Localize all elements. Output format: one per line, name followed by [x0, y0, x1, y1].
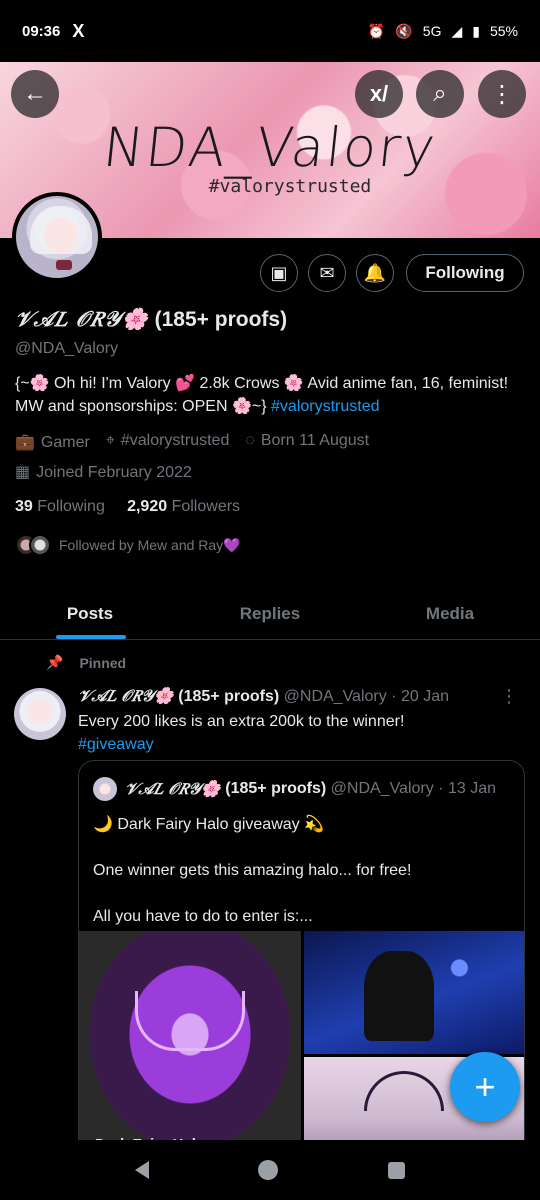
pinned-label: 📌 Pinned	[46, 654, 126, 671]
status-time: 09:36	[22, 22, 61, 40]
compose-post-button[interactable]: +	[450, 1052, 520, 1122]
quote-line-1: 🌙 Dark Fairy Halo giveaway 💫	[93, 816, 325, 833]
bio-text: {~🌸 Oh hi! I'm Valory 💕 2.8k Crows 🌸 Avi…	[15, 375, 509, 415]
status-icons: ⏰ 🔇 5G ◢ ▮ 55%	[368, 23, 518, 40]
search-icon: ⌕	[433, 80, 447, 107]
nav-home-icon[interactable]	[258, 1160, 279, 1180]
category-label: Gamer	[40, 434, 90, 451]
display-name: 𝒱𝒜𝐿 𝒪𝑅𝒴🌸 (185+ proofs)	[15, 306, 525, 332]
following-link[interactable]: 39 Following	[15, 498, 105, 515]
pinned-post[interactable]: 𝒱𝒜𝐿 𝒪𝑅𝒴🌸 (185+ proofs) @NDA_Valory · 20 …	[78, 686, 524, 756]
profile-bio: {~🌸 Oh hi! I'm Valory 💕 2.8k Crows 🌸 Avi…	[15, 372, 525, 418]
pinned-text: Pinned	[79, 654, 127, 671]
tab-posts[interactable]: Posts	[0, 586, 180, 639]
briefcase-icon: 💼	[15, 434, 35, 451]
notifications-button[interactable]: 🔔	[356, 254, 394, 292]
back-button[interactable]: ←	[11, 70, 59, 118]
post-header: 𝒱𝒜𝐿 𝒪𝑅𝒴🌸 (185+ proofs) @NDA_Valory · 20 …	[78, 686, 524, 706]
location-pin-icon: ⌖	[105, 432, 115, 449]
post-handle-date: @NDA_Valory · 20 Jan	[283, 688, 449, 705]
post-more-icon[interactable]: ⋮	[500, 686, 518, 707]
joined-label: Joined February 2022	[36, 464, 192, 481]
more-options-button[interactable]: ⋮	[478, 70, 526, 118]
search-button[interactable]: ⌕	[416, 70, 464, 118]
plus-icon: +	[474, 1066, 496, 1107]
bio-hashtag-link[interactable]: #valorystrusted	[271, 398, 380, 415]
post-author-script: 𝒱𝒜𝐿 𝒪𝑅𝒴🌸	[78, 686, 174, 705]
balloon-icon: ◌	[245, 432, 255, 449]
profile-stats: 39 Following 2,920 Followers	[15, 498, 525, 516]
media-image-halo-closeup[interactable]: Dark Fairy Hal	[79, 931, 301, 1159]
display-name-suffix: (185+ proofs)	[154, 308, 288, 331]
followers-count: 2,920	[127, 498, 168, 515]
joined-item: ▦ Joined February 2022	[15, 462, 192, 482]
quote-header: 𝒱𝒜𝐿 𝒪𝑅𝒴🌸 (185+ proofs) @NDA_Valory · 13 …	[79, 761, 524, 801]
grok-icon: x/	[369, 81, 389, 106]
location-label[interactable]: #valorystrusted	[121, 432, 230, 449]
status-bar: 09:36 X ⏰ 🔇 5G ◢ ▮ 55%	[0, 0, 540, 62]
birthday-item: ◌ Born 11 August	[245, 432, 369, 452]
system-nav-bar	[0, 1140, 540, 1200]
follower-avatar	[29, 534, 51, 556]
battery-level: 55%	[489, 23, 518, 39]
quote-media-grid: Dark Fairy Hal	[79, 931, 524, 1159]
arrow-left-icon: ←	[23, 80, 47, 107]
banner-subtitle: #valorystrusted	[208, 176, 372, 197]
profile-avatar[interactable]	[12, 192, 102, 282]
quote-author-script: 𝒱𝒜𝐿 𝒪𝑅𝒴🌸	[125, 779, 221, 798]
nav-back-icon[interactable]	[134, 1161, 149, 1179]
pin-icon: 📌	[46, 654, 64, 670]
following-count: 39	[15, 498, 33, 515]
alarm-icon: ⏰	[367, 22, 386, 39]
following-label: Following	[37, 498, 105, 515]
followed-by-text: Followed by Mew and Ray💜	[59, 536, 241, 553]
tab-media[interactable]: Media	[360, 586, 540, 639]
battery-icon: ▮	[472, 22, 480, 39]
quote-avatar	[93, 777, 117, 801]
subscribe-button[interactable]: ▣	[260, 254, 298, 292]
following-button[interactable]: Following	[406, 254, 524, 292]
bell-icon: 🔔	[363, 262, 387, 283]
post-avatar[interactable]	[14, 688, 66, 740]
followed-by-row[interactable]: Followed by Mew and Ray💜	[15, 534, 525, 556]
profile-meta: 💼 Gamer ⌖ #valorystrusted ◌ Born 11 August …	[15, 432, 525, 482]
mute-icon: 🔇	[395, 22, 413, 39]
location-item: ⌖ #valorystrusted	[106, 432, 230, 452]
crown-shape	[135, 991, 245, 1051]
x-logo-icon: X	[72, 20, 85, 41]
banner-title: NDA_Valory	[100, 116, 440, 179]
message-button[interactable]: ✉	[308, 254, 346, 292]
followers-label: Followers	[171, 498, 241, 515]
more-vertical-icon: ⋮	[490, 80, 514, 108]
quote-text: 🌙 Dark Fairy Halo giveaway 💫 One winner …	[79, 801, 524, 928]
envelope-icon: ✉	[319, 262, 335, 283]
media-image-fairy-avatar[interactable]	[304, 931, 524, 1054]
post-body: Every 200 likes is an extra 200k to the …	[78, 713, 405, 730]
quote-handle-date: @NDA_Valory · 13 Jan	[330, 780, 496, 797]
post-hashtag-link[interactable]: #giveaway	[78, 733, 524, 756]
quote-line-3: All you have to do to enter is:...	[93, 908, 313, 925]
post-author-suffix: (185+ proofs)	[178, 688, 280, 705]
profile-info: 𝒱𝒜𝐿 𝒪𝑅𝒴🌸 (185+ proofs) @NDA_Valory {~🌸 O…	[15, 306, 525, 556]
display-name-script: 𝒱𝒜𝐿 𝒪𝑅𝒴🌸	[15, 306, 149, 331]
quote-line-2: One winner gets this amazing halo... for…	[93, 862, 412, 879]
category-item: 💼 Gamer	[15, 432, 90, 452]
money-icon: ▣	[270, 262, 288, 283]
profile-handle: @NDA_Valory	[15, 340, 119, 357]
network-label: 5G	[422, 23, 442, 39]
birthday-label: Born 11 August	[260, 432, 370, 449]
tab-replies[interactable]: Replies	[180, 586, 360, 639]
grok-button[interactable]: x/	[355, 70, 403, 118]
nav-recents-icon[interactable]	[388, 1161, 406, 1179]
profile-tabs: Posts Replies Media	[0, 586, 540, 640]
followers-link[interactable]: 2,920 Followers	[127, 498, 240, 515]
calendar-icon: ▦	[15, 464, 31, 481]
signal-icon: ◢	[451, 22, 463, 39]
quote-author-suffix: (185+ proofs)	[225, 780, 327, 797]
post-text: Every 200 likes is an extra 200k to the …	[78, 710, 524, 756]
